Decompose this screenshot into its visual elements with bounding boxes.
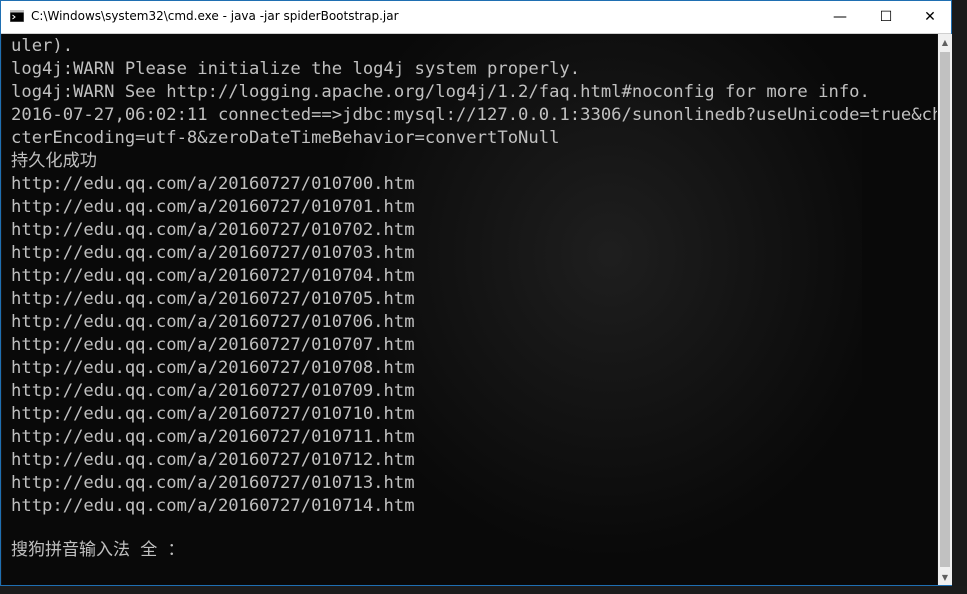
ime-status: 搜狗拼音输入法 全 ： [11,540,185,560]
console-line: http://edu.qq.com/a/20160727/010712.htm [11,450,415,470]
console-line: http://edu.qq.com/a/20160727/010702.htm [11,220,415,240]
console-line: log4j:WARN See http://logging.apache.org… [11,82,870,102]
console-line: http://edu.qq.com/a/20160727/010713.htm [11,473,415,493]
maximize-icon: ☐ [879,9,893,25]
console-line: cterEncoding=utf-8&zeroDateTimeBehavior=… [11,128,560,148]
console-line: http://edu.qq.com/a/20160727/010710.htm [11,404,415,424]
window-title: C:\Windows\system32\cmd.exe - java -jar … [31,9,399,23]
console-line: http://edu.qq.com/a/20160727/010704.htm [11,266,415,286]
console-line: http://edu.qq.com/a/20160727/010709.htm [11,381,415,401]
console-line: http://edu.qq.com/a/20160727/010708.htm [11,358,415,378]
console-lines: uler). log4j:WARN Please initialize the … [11,35,937,518]
minimize-button[interactable]: — [817,1,863,33]
console-line: uler). [11,36,74,56]
scroll-down-icon[interactable]: ▼ [938,569,952,585]
console-line: http://edu.qq.com/a/20160727/010705.htm [11,289,415,309]
desktop-bottom-strip [0,586,967,594]
console-line: 2016-07-27,06:02:11 connected==>jdbc:mys… [11,105,937,125]
close-button[interactable]: ✕ [907,1,953,33]
cmd-icon [10,10,24,22]
console-line: http://edu.qq.com/a/20160727/010701.htm [11,197,415,217]
maximize-button[interactable]: ☐ [863,1,909,33]
console-line: http://edu.qq.com/a/20160727/010711.htm [11,427,415,447]
minimize-icon: — [833,9,847,25]
cmd-window[interactable]: C:\Windows\system32\cmd.exe - java -jar … [0,0,952,586]
desktop-right-strip [952,0,967,594]
scrollbar-thumb[interactable] [940,52,950,567]
console-line: http://edu.qq.com/a/20160727/010707.htm [11,335,415,355]
title-bar[interactable]: C:\Windows\system32\cmd.exe - java -jar … [1,1,951,34]
vertical-scrollbar[interactable]: ▲ ▼ [938,34,952,585]
scroll-up-icon[interactable]: ▲ [938,34,952,50]
close-icon: ✕ [924,9,936,25]
console-line: http://edu.qq.com/a/20160727/010706.htm [11,312,415,332]
console-output[interactable]: uler). log4j:WARN Please initialize the … [2,34,937,585]
console-line: 持久化成功 [11,151,97,171]
console-line: http://edu.qq.com/a/20160727/010703.htm [11,243,415,263]
console-line: http://edu.qq.com/a/20160727/010700.htm [11,174,415,194]
console-line: log4j:WARN Please initialize the log4j s… [11,59,581,79]
console-line: http://edu.qq.com/a/20160727/010714.htm [11,496,415,516]
